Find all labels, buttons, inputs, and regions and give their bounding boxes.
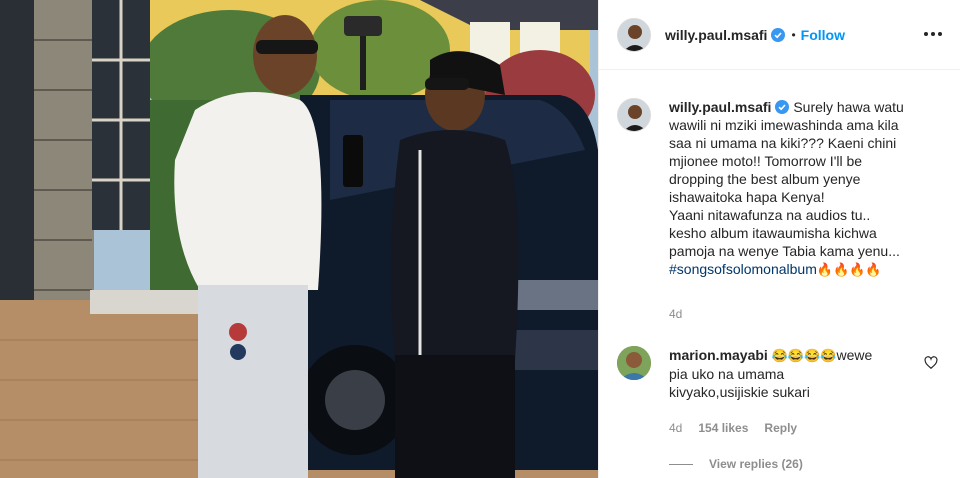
comment-text-part: pia uko na umama [669, 366, 785, 382]
more-options-icon[interactable] [921, 24, 945, 44]
verified-badge-icon [771, 27, 786, 42]
caption-username[interactable]: willy.paul.msafi [669, 99, 771, 115]
reply-button[interactable]: Reply [764, 421, 797, 435]
post-header: willy.paul.msafi • Follow [599, 0, 960, 70]
view-replies-button[interactable]: View replies (26) [669, 457, 803, 471]
caption-avatar[interactable] [617, 98, 651, 132]
caption-text: willy.paul.msafi Surely hawa watu wawili… [669, 98, 939, 279]
caption-timestamp[interactable]: 4d [669, 307, 682, 321]
post-caption: willy.paul.msafi Surely hawa watu wawili… [617, 98, 947, 279]
caption-line: saa ni umama na kiki??? Kaeni chini [669, 135, 897, 151]
caption-line: ishawaitoka hapa Kenya! [669, 189, 825, 205]
view-replies-label: View replies (26) [709, 457, 803, 471]
caption-line: wawili ni mziki imewashinda ama kila [669, 117, 899, 133]
author-avatar[interactable] [617, 17, 651, 52]
caption-line: Yaani nitawafunza na audios tu.. [669, 207, 871, 223]
caption-avatar-image [618, 99, 650, 131]
caption-line: dropping the best album yenye [669, 171, 861, 187]
post-photo[interactable] [0, 0, 598, 478]
hashtag-link[interactable]: #songsofsolomonalbum [669, 261, 817, 277]
commenter-avatar-image [617, 346, 651, 380]
heart-outline-icon[interactable] [924, 356, 938, 370]
author-avatar-image [618, 18, 650, 51]
header-separator: • [791, 27, 796, 42]
comment-text-part: wewe [836, 347, 873, 363]
follow-button[interactable]: Follow [801, 27, 845, 43]
commenter-username[interactable]: marion.mayabi [669, 347, 768, 363]
replies-divider [669, 463, 693, 465]
verified-badge-icon [775, 100, 790, 114]
comment-text-part: kivyako,usijiskie sukari [669, 384, 810, 400]
caption-line: kesho album itawaumisha kichwa [669, 225, 877, 241]
author-username[interactable]: willy.paul.msafi [665, 27, 767, 43]
comment: marion.mayabi 😂😂😂😂wewe pia uko na umama … [617, 346, 947, 401]
comment-likes[interactable]: 154 likes [698, 421, 748, 435]
caption-line: mjionee moto!! Tomorrow I'll be [669, 153, 863, 169]
post-sidebar: willy.paul.msafi • Follow willy.paul.msa… [598, 0, 960, 478]
commenter-avatar[interactable] [617, 346, 651, 380]
caption-line: Surely hawa watu [793, 99, 904, 115]
comment-emojis: 😂😂😂😂 [771, 348, 837, 363]
comment-text: marion.mayabi 😂😂😂😂wewe pia uko na umama … [669, 346, 909, 401]
post-image [0, 0, 598, 478]
comment-timestamp[interactable]: 4d [669, 421, 682, 435]
fire-emojis: 🔥🔥🔥🔥 [816, 262, 882, 277]
comment-meta: 4d 154 likes Reply [669, 421, 797, 435]
caption-line: pamoja na wenye Tabia kama yenu... [669, 243, 900, 259]
